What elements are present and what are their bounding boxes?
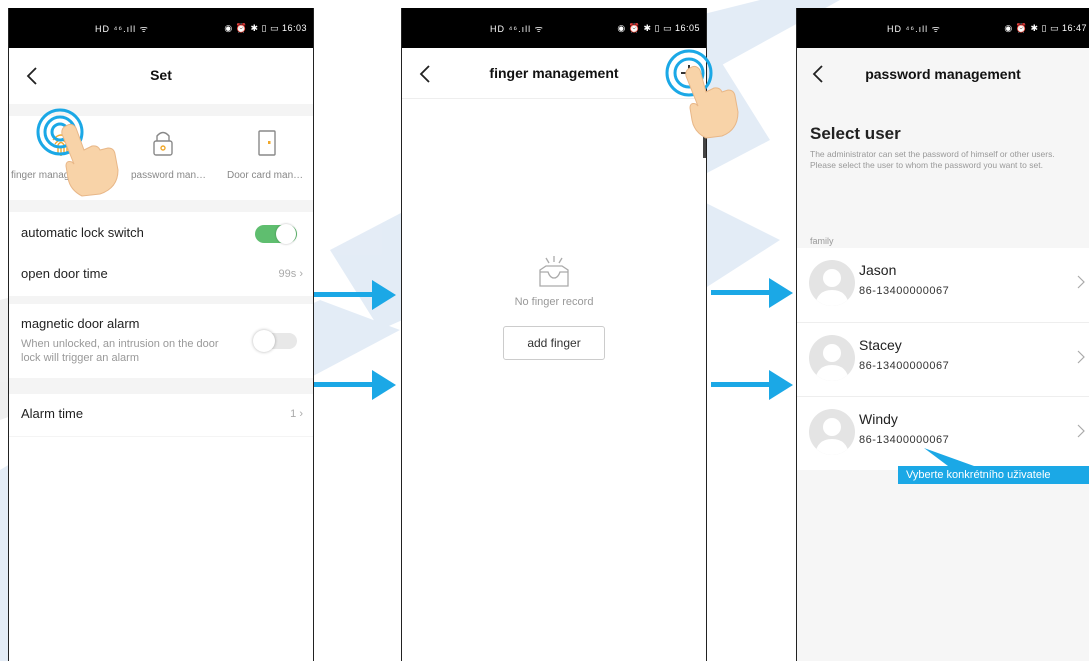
user-name: Windy [859,411,898,427]
nav-bar: password management [797,48,1089,104]
door-card-icon [258,130,276,156]
divider [9,296,313,304]
arrow-right-icon [314,280,396,310]
chevron-right-icon: › [299,408,303,420]
nav-bar: finger management [402,48,706,98]
status-time: ◉ ⏰ ✱ ▯ ▭ 16:05 [617,22,700,33]
user-avatar-icon [815,269,849,306]
user-row-jason[interactable]: Jason 86-13400000067 [797,248,1089,322]
pointing-hand-icon [685,65,739,139]
divider [9,436,313,437]
avatar [809,335,855,381]
automatic-lock-toggle[interactable] [255,224,297,244]
open-door-time-value-text: 99s [278,268,297,280]
status-time: ◉ ⏰ ✱ ▯ ▭ 16:47 [1004,22,1087,33]
open-door-time-row[interactable]: open door time 99s › [9,254,313,296]
chevron-right-icon [1077,275,1085,289]
status-signal: HD ⁴⁶.ıll ᯤ [887,23,941,34]
chevron-right-icon [1077,424,1085,438]
select-user-description: The administrator can set the password o… [810,149,1055,170]
divider [9,378,313,394]
page-title: finger management [489,65,619,81]
user-phone: 86-13400000067 [859,285,950,297]
status-time: ◉ ⏰ ✱ ▯ ▭ 16:03 [224,22,307,33]
status-bar: HD ⁴⁶.ıll ᯤ ◉ ⏰ ✱ ▯ ▭ 16:03 [9,8,313,48]
alarm-time-label: Alarm time [21,406,84,421]
magnetic-alarm-row[interactable]: magnetic door alarm When unlocked, an in… [9,304,313,378]
magnetic-alarm-toggle[interactable] [253,330,297,352]
page-title: Set [150,67,172,83]
avatar [809,409,855,455]
lock-icon [153,131,173,156]
pointing-hand-icon [61,123,119,197]
user-name: Stacey [859,337,902,353]
status-signal: HD ⁴⁶.ıll ᯤ [490,23,544,34]
door-card-management-item[interactable]: Door card management [213,116,313,200]
user-avatar-icon [815,418,849,455]
automatic-lock-row[interactable]: automatic lock switch [9,212,313,254]
avatar [809,260,855,306]
divider [9,200,313,212]
phone-screen-password-management: HD ⁴⁶.ıll ᯤ ◉ ⏰ ✱ ▯ ▭ 16:47 password man… [796,8,1089,661]
toggle-knob [276,224,296,244]
empty-inbox-icon [539,256,569,287]
arrow-right-icon [314,370,396,400]
alarm-time-row[interactable]: Alarm time 1 › [9,394,313,436]
nav-bar: Set [9,48,313,104]
open-door-time-label: open door time [21,266,108,281]
toggle-knob [253,330,275,352]
open-door-time-value: 99s › [279,268,303,280]
add-finger-button[interactable]: add finger [503,326,605,360]
select-user-heading: Select user [810,124,901,143]
user-row-stacey[interactable]: Stacey 86-13400000067 [797,322,1089,396]
chevron-right-icon: › [299,268,303,280]
callout-pointer [924,448,974,466]
door-card-management-label: Door card management [227,170,313,181]
user-name: Jason [859,262,897,278]
password-management-item[interactable]: password management [113,116,213,200]
empty-state-text: No finger record [514,296,594,308]
automatic-lock-label: automatic lock switch [21,225,144,240]
arrow-right-icon [711,278,793,308]
callout-label: Vyberte konkrétního uživatele [898,466,1089,484]
alarm-time-value-text: 1 [290,408,297,420]
phone-screen-finger-management: HD ⁴⁶.ıll ᯤ ◉ ⏰ ✱ ▯ ▭ 16:05 finger manag… [401,8,707,661]
magnetic-alarm-description: When unlocked, an intrusion on the door … [21,338,219,364]
status-bar: HD ⁴⁶.ıll ᯤ ◉ ⏰ ✱ ▯ ▭ 16:47 [797,8,1089,48]
magnetic-alarm-label: magnetic door alarm [21,316,140,331]
status-signal: HD ⁴⁶.ıll ᯤ [95,23,149,34]
status-bar: HD ⁴⁶.ıll ᯤ ◉ ⏰ ✱ ▯ ▭ 16:05 [402,8,706,48]
group-label: family [810,236,834,246]
divider [402,98,706,99]
page-title: password management [865,66,1021,82]
alarm-time-value: 1 › [290,408,303,420]
user-phone: 86-13400000067 [859,360,950,372]
arrow-right-icon [711,370,793,400]
password-management-label: password management [131,170,213,181]
user-avatar-icon [815,344,849,381]
chevron-right-icon [1077,350,1085,364]
user-phone: 86-13400000067 [859,434,950,446]
